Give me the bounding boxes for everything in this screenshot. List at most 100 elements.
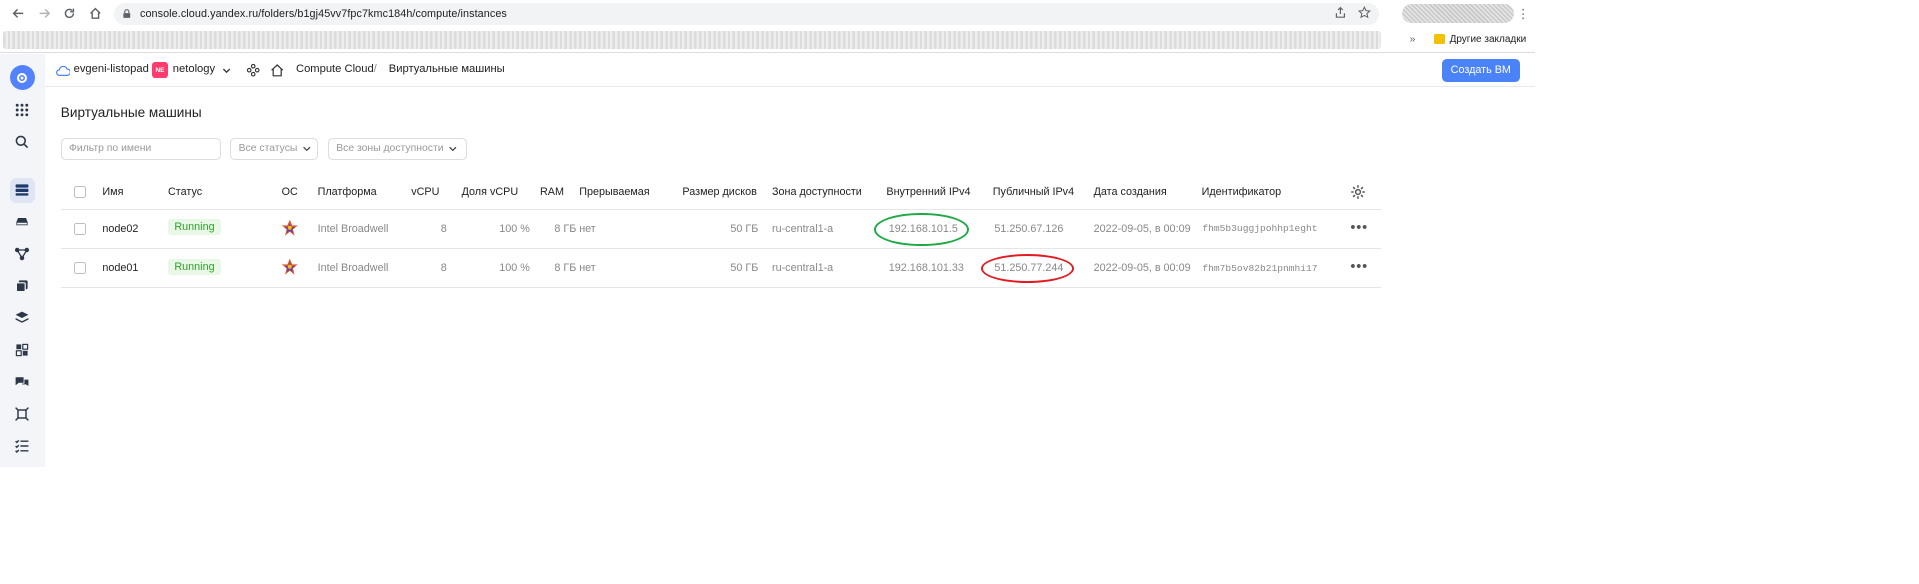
lock-icon [122,8,133,19]
public-ip: 51.250.67.126 [994,222,1064,235]
table-row[interactable]: node02 Running Intel Broadwell 8 100 % 8… [60,208,1381,248]
images-layers-icon[interactable] [10,306,36,332]
table-bottom-divider [60,287,1381,288]
row-actions-icon[interactable]: ••• [1350,220,1367,236]
instance-groups-icon[interactable] [10,338,36,364]
search-icon[interactable] [10,129,36,155]
dedicated-hosts-icon[interactable] [10,402,36,428]
column-header[interactable]: Дата создания [1094,186,1167,198]
column-header[interactable]: Имя [102,186,123,198]
preemptible: нет [579,222,596,235]
networks-icon[interactable] [10,242,36,268]
column-header[interactable]: Доля vCPU [462,186,519,198]
created-date: 2022-09-05, в 00:09 [1093,222,1191,235]
platform: Intel Broadwell [317,222,389,235]
cloud-name[interactable]: evgeni-listopad [74,63,149,75]
forward-icon[interactable] [34,3,55,24]
left-rail [0,53,45,468]
operations-list-icon[interactable] [10,434,36,460]
table-settings-gear-icon[interactable] [1350,184,1366,200]
service-icon[interactable] [246,63,260,77]
os-linux-icon [281,258,298,275]
vm-name[interactable]: node02 [102,223,138,235]
internal-ip-highlight-annotation [874,212,969,247]
blurred-extensions [1401,4,1514,24]
placement-groups-icon[interactable] [10,370,36,396]
status-select-label: Все статусы [238,143,298,155]
browser-menu-icon[interactable]: ⋮ [1517,6,1530,21]
chevron-down-icon[interactable] [221,65,232,76]
column-header[interactable]: Прерываемая [579,186,649,198]
status-badge: Running [167,219,221,236]
zone: ru-central1-a [771,222,834,235]
zone: ru-central1-a [771,261,834,274]
column-header[interactable]: Публичный IPv4 [993,186,1074,198]
other-bookmarks-label: Другие закладки [1449,33,1527,45]
virtual-machines-icon[interactable] [9,177,36,204]
select-all-checkbox[interactable] [74,186,87,199]
public-ip-highlight-annotation [980,254,1074,284]
table-row[interactable]: node01 Running Intel Broadwell 8 100 % 8… [60,247,1381,287]
home-icon[interactable] [85,3,106,24]
vcpu: 8 [440,222,447,235]
bookmarks-overflow-icon[interactable]: » [1410,34,1416,45]
vcpu-share: 100 % [499,261,530,274]
row-checkbox[interactable] [74,261,87,274]
browser-toolbar: console.cloud.yandex.ru/folders/b1gj45vv… [0,0,1536,28]
column-header[interactable]: vCPU [411,186,439,198]
column-header[interactable]: Статус [168,186,202,198]
folder-name[interactable]: netology [173,63,215,75]
internal-ip: 192.168.101.33 [888,261,964,274]
breadcrumb-service[interactable]: Compute Cloud [296,63,374,75]
os-linux-icon [281,219,298,236]
column-header[interactable]: Размер дисков [682,186,756,198]
zone-select-label: Все зоны доступности [336,143,444,155]
console-header: evgeni-listopad NE netology Compute Clou… [44,53,1536,88]
disk-size: 50 ГБ [730,222,759,235]
folder-icon [1433,34,1445,44]
ram: 8 ГБ [554,222,577,235]
instance-id: fhm5b3uggjpohhp1eght [1202,223,1318,235]
ram: 8 ГБ [554,261,577,274]
address-bar[interactable]: console.cloud.yandex.ru/folders/b1gj45vv… [113,3,1380,25]
column-header[interactable]: Платформа [318,186,377,198]
bookmarks-bar: » Другие закладки [0,27,1536,53]
status-badge: Running [167,258,221,275]
services-grid-icon[interactable] [10,97,36,123]
create-vm-button[interactable]: Создать ВМ [1441,59,1520,82]
yandex-cloud-logo-icon[interactable] [9,64,36,91]
chevron-down-icon [449,146,457,152]
name-filter-input[interactable] [60,137,221,160]
created-date: 2022-09-05, в 00:09 [1093,261,1191,274]
disk-size: 50 ГБ [730,261,759,274]
row-actions-icon[interactable]: ••• [1350,259,1367,275]
status-select[interactable]: Все статусы [230,137,319,160]
blurred-bookmarks [3,31,1381,49]
disks-icon[interactable] [10,210,36,236]
reload-icon[interactable] [59,3,80,24]
column-header[interactable]: Зона доступности [772,186,862,198]
column-header[interactable]: ОС [282,186,298,198]
vm-name[interactable]: node01 [102,262,138,274]
vcpu-share: 100 % [499,222,530,235]
snapshots-icon[interactable] [10,274,36,300]
breadcrumb-separator: / [373,63,377,76]
platform: Intel Broadwell [317,261,389,274]
preemptible: нет [579,261,596,274]
column-header[interactable]: Идентификатор [1202,186,1281,198]
row-checkbox[interactable] [74,222,87,235]
page-title: Виртуальные машины [60,104,202,120]
instance-id: fhm7b5ov82b21pnmhi17 [1202,262,1318,274]
back-icon[interactable] [8,3,29,24]
share-icon[interactable] [1334,6,1347,22]
column-header[interactable]: RAM [540,186,564,198]
chevron-down-icon [303,146,311,152]
bookmark-star-icon[interactable] [1358,6,1372,22]
home-icon[interactable] [270,63,284,77]
other-bookmarks-folder[interactable]: Другие закладки [1433,33,1527,45]
folder-badge: NE [151,62,168,79]
zone-select[interactable]: Все зоны доступности [328,137,468,160]
breadcrumb-current: Виртуальные машины [388,63,505,76]
column-header[interactable]: Внутренний IPv4 [886,186,970,198]
table-header: Имя Статус ОС Платформа vCPU Доля vCPU R… [61,178,1381,210]
